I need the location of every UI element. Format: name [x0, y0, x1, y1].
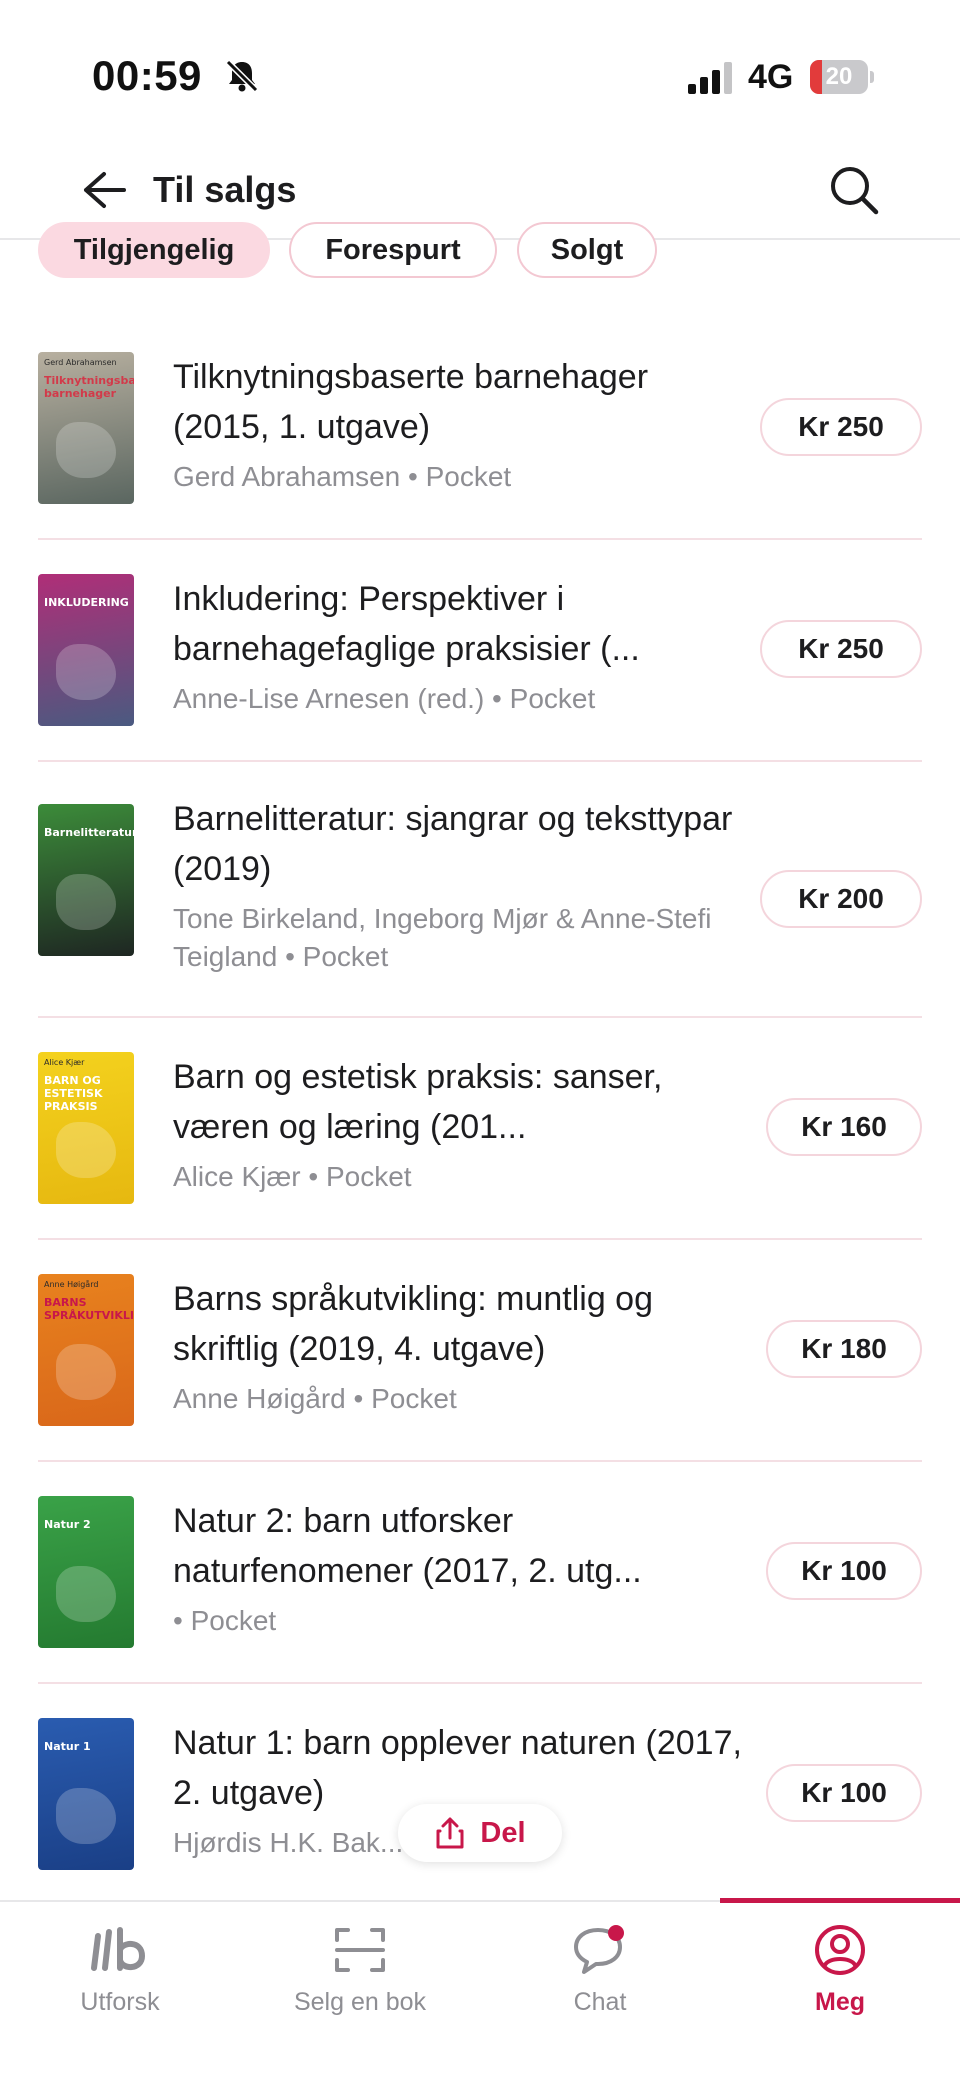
price-button[interactable]: Kr 200 — [760, 870, 922, 928]
book-cover-illustration — [56, 1566, 116, 1622]
book-meta: • Pocket — [173, 1605, 277, 1636]
book-row[interactable]: BARN OG ESTETISK PRAKSIS Alice Kjær Barn o… — [38, 1030, 922, 1240]
book-meta: Gerd Abrahamsen • Pocket — [173, 461, 512, 492]
book-cover-illustration — [56, 1344, 116, 1400]
price-button[interactable]: Kr 250 — [760, 620, 922, 678]
price-button[interactable]: Kr 160 — [766, 1098, 922, 1156]
book-cover-illustration — [56, 874, 116, 930]
scan-icon — [330, 1920, 390, 1980]
book-meta: Anne-Lise Arnesen (red.) • Pocket — [173, 683, 596, 714]
book-row[interactable]: BARNS SPRÅKUTVIKLING Anne Høigård Barns sp… — [38, 1252, 922, 1462]
share-button[interactable]: Del — [398, 1804, 562, 1862]
book-cover-author: Alice Kjær — [44, 1058, 85, 1067]
book-cover-image: BARN OG ESTETISK PRAKSIS Alice Kjær — [38, 1052, 134, 1204]
book-meta: Tone Birkeland, Ingeborg Mjør & Anne-Ste… — [173, 903, 712, 972]
status-time: 00:59 — [92, 52, 202, 99]
book-cover-text: INKLUDERING — [44, 596, 129, 609]
book-cover-illustration — [56, 644, 116, 700]
nav-item-chat[interactable]: Chat — [480, 1902, 720, 2032]
search-button[interactable] — [824, 160, 884, 220]
network-type: 4G — [748, 58, 794, 96]
book-title: Inkludering: Perspektiver i barnehagefag… — [173, 580, 640, 668]
book-cover-author: Anne Høigård — [44, 1280, 99, 1289]
arrow-left-icon — [84, 172, 126, 208]
bookis-logo-icon — [90, 1920, 150, 1980]
book-cover-image: INKLUDERING — [38, 574, 134, 726]
book-row[interactable]: Tilknytningsbaserte barnehager Gerd Abrah… — [38, 330, 922, 540]
battery-icon: 20 — [810, 60, 874, 94]
status-bar: 00:59 4G 20 — [0, 0, 960, 150]
nav-item-profile[interactable]: Meg — [720, 1902, 960, 2032]
book-cover-image: Natur 2 — [38, 1496, 134, 1648]
search-icon — [831, 167, 879, 215]
book-cover-image: Tilknytningsbaserte barnehager Gerd Abrah… — [38, 352, 134, 504]
price-button[interactable]: Kr 180 — [766, 1320, 922, 1378]
nav-item-explore[interactable]: Utforsk — [0, 1902, 240, 2032]
book-title: Barns språkutvikling: muntlig og skriftl… — [173, 1280, 654, 1368]
bell-muted-icon — [222, 56, 262, 96]
book-title: Tilknytningsbaserte barnehager (2015, 1.… — [173, 358, 649, 446]
page-title: Til salgs — [153, 169, 297, 210]
book-title: Natur 2: barn utforsker naturfenomener (… — [173, 1502, 642, 1590]
profile-icon — [810, 1920, 870, 1980]
share-label: Del — [480, 1816, 526, 1849]
book-cover-text: BARN OG ESTETISK PRAKSIS — [44, 1074, 103, 1113]
book-title: Barnelitteratur: sjangrar og teksttypar … — [173, 800, 733, 888]
status-filter-tabs: Tilgjengelig Forespurt Solgt — [0, 222, 960, 282]
book-cover-image: Barnelitteratur — [38, 804, 134, 956]
book-title: Barn og estetisk praksis: sanser, væren … — [173, 1058, 663, 1146]
book-cover-text: Tilknytningsbaserte barnehager — [44, 374, 134, 400]
book-cover-illustration — [56, 1788, 116, 1844]
tab-requested[interactable]: Forespurt — [289, 222, 497, 278]
book-cover-text: Natur 1 — [44, 1740, 91, 1753]
book-cover-illustration — [56, 1122, 116, 1178]
book-cover-text: Barnelitteratur — [44, 826, 134, 839]
book-cover-illustration — [56, 422, 116, 478]
battery-level: 20 — [825, 63, 853, 90]
book-cover-author: Gerd Abrahamsen — [44, 358, 117, 367]
book-cover-text: Natur 2 — [44, 1518, 91, 1531]
book-cover-image: Natur 1 — [38, 1718, 134, 1870]
nav-label-chat: Chat — [573, 1988, 627, 2016]
back-button[interactable] — [76, 162, 132, 218]
tab-available[interactable]: Tilgjengelig — [38, 222, 270, 278]
home-indicator — [340, 2062, 620, 2072]
bottom-navigation: Utforsk Selg en bok Chat Meg — [0, 1898, 960, 2087]
book-cover-text: BARNS SPRÅKUTVIKLING — [44, 1296, 134, 1322]
price-button[interactable]: Kr 100 — [766, 1542, 922, 1600]
share-icon — [436, 1817, 464, 1849]
nav-item-sell-book[interactable]: Selg en bok — [240, 1902, 480, 2032]
nav-label-sell-book: Selg en bok — [293, 1988, 427, 2016]
cellular-signal-icon — [688, 62, 736, 94]
nav-label-profile: Meg — [815, 1988, 865, 2016]
price-button[interactable]: Kr 100 — [766, 1764, 922, 1822]
book-row[interactable]: INKLUDERING Inkludering: Perspektiver i b… — [38, 552, 922, 762]
book-cover-image: BARNS SPRÅKUTVIKLING Anne Høigård — [38, 1274, 134, 1426]
chat-icon — [570, 1920, 630, 1980]
book-meta: Alice Kjær • Pocket — [173, 1161, 412, 1192]
nav-label-explore: Utforsk — [80, 1988, 160, 2016]
book-title: Natur 1: barn opplever naturen (2017, 2.… — [173, 1724, 742, 1812]
price-button[interactable]: Kr 250 — [760, 398, 922, 456]
tab-sold[interactable]: Solgt — [517, 222, 657, 278]
book-row[interactable]: Barnelitteratur Barnelitteratur: sjangrar… — [38, 774, 922, 1018]
book-meta: Anne Høigård • Pocket — [173, 1383, 457, 1414]
chat-notification-badge — [608, 1925, 624, 1941]
book-row[interactable]: Natur 2 Natur 2: barn utforsker naturfeno… — [38, 1474, 922, 1684]
